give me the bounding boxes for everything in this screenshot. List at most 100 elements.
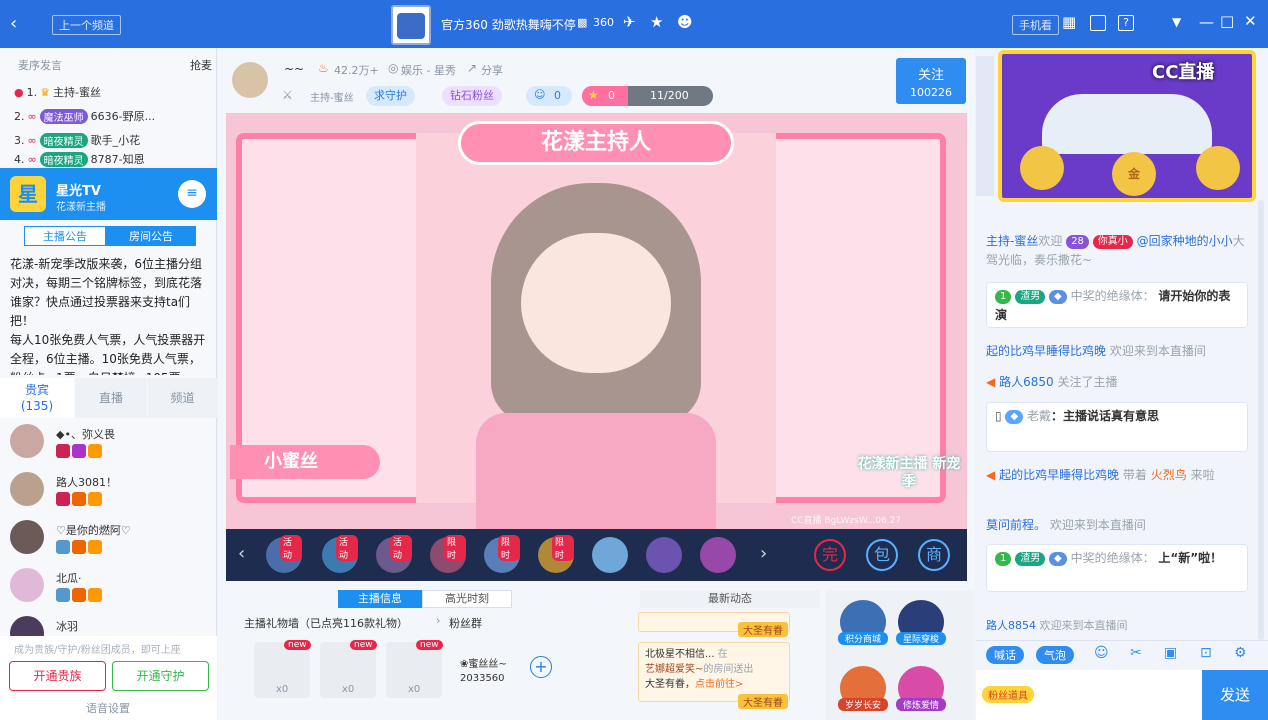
side-tabs[interactable] <box>976 56 994 196</box>
gift-item[interactable]: 活动 <box>322 535 358 573</box>
gift-wall-title[interactable]: 主播礼物墙（已点亮116款礼物） <box>244 615 408 631</box>
news-card[interactable]: 北极星不相信... 在 艺娜超爱笑~的房间送出 大圣有眷，点击前往> <box>638 642 790 702</box>
vip-user-row[interactable]: ◆•、弥义畏 <box>10 424 210 470</box>
menu-icon[interactable]: ≡ <box>178 180 206 208</box>
gift-next-icon[interactable]: › <box>760 543 767 564</box>
task-progress[interactable]: ★ 0 11/200 <box>582 86 713 106</box>
chat-user[interactable]: @回家种地的小小 <box>1137 234 1233 248</box>
prev-channel-button[interactable]: 上一个频道 <box>52 15 121 35</box>
corner-logo: 花漾新主播 新宠季 <box>857 456 961 490</box>
fans-tool-icon[interactable]: 完 <box>814 539 846 571</box>
users-icon[interactable]: ☻ <box>677 15 693 30</box>
chat-message: 莫问前程。 欢迎来到本直播间 <box>986 516 1248 535</box>
voice-settings-button[interactable]: 语音设置 <box>86 700 130 716</box>
minimize-icon[interactable]: — <box>1199 15 1214 30</box>
maximize-icon[interactable]: □ <box>1220 14 1234 29</box>
gift-item[interactable]: 限时 <box>430 535 466 573</box>
gift-item[interactable] <box>646 537 682 573</box>
bubble-button[interactable]: 气泡 <box>1036 646 1074 664</box>
send-button[interactable]: 发送 <box>1202 670 1268 720</box>
chat-input[interactable]: 粉丝道具 <box>976 670 1202 720</box>
gift-wall-item[interactable]: new x0 <box>320 640 377 698</box>
shout-button[interactable]: 喊话 <box>986 646 1024 664</box>
plane-icon[interactable]: ✈ <box>623 15 636 30</box>
share-icon[interactable]: ↗ <box>467 61 477 75</box>
peace-icon[interactable]: 岁岁长安 <box>838 666 888 711</box>
close-icon[interactable]: ✕ <box>1244 14 1257 29</box>
open-guard-button[interactable]: 开通守护 <box>112 661 209 691</box>
gift-item[interactable]: 活动 <box>376 535 412 573</box>
vip-user-row[interactable]: 冰羽 <box>10 616 210 636</box>
grid-icon[interactable]: ▦ <box>1062 15 1076 30</box>
phone-view-button[interactable]: 手机看 <box>1012 15 1059 35</box>
gift-item[interactable] <box>592 537 628 573</box>
mic-queue-item[interactable]: ● 1. ♛ 主持-蜜丝 <box>14 81 101 103</box>
chat-user[interactable]: 路人6850 <box>999 375 1054 389</box>
gift-item[interactable]: 限时 <box>484 535 520 573</box>
shop-icon[interactable]: 商 <box>918 539 950 571</box>
follow-button[interactable]: 关注 100226 <box>896 58 966 104</box>
chat-user[interactable]: 莫问前程。 <box>986 518 1046 532</box>
tab-live[interactable]: 直播 <box>75 378 147 418</box>
tab-channel[interactable]: 频道 <box>148 378 217 418</box>
gift-item[interactable]: 活动 <box>266 535 302 573</box>
fan-badge[interactable]: 粉丝道具 <box>982 686 1034 703</box>
new-badge: new <box>416 640 443 650</box>
points-mall-icon[interactable]: 积分商城 <box>838 600 888 645</box>
chat-user[interactable]: 老戴 <box>1027 409 1051 423</box>
gift-wall-item[interactable]: new x0 <box>386 640 443 698</box>
tab-room-notice[interactable]: 房间公告 <box>106 226 196 246</box>
help-icon[interactable]: ? <box>1118 15 1134 31</box>
fan-group-title[interactable]: 粉丝群 <box>449 615 482 631</box>
join-hint: 成为贵族/守护/粉丝团成员，即可上座 <box>14 645 181 656</box>
chat-user[interactable]: 起的比鸡早睡得比鸡晚 <box>999 468 1119 482</box>
mic-queue-item[interactable]: 4. ∞ 暗夜精灵 8787-知恩 <box>14 151 145 167</box>
star-shuttle-icon[interactable]: 星际穿梭 <box>896 600 946 645</box>
tab-anchor-info[interactable]: 主播信息 <box>338 590 422 608</box>
promo-banner[interactable]: 金 CC直播 <box>998 50 1256 202</box>
lock-icon[interactable]: ⊡ <box>1200 645 1212 661</box>
add-icon[interactable]: + <box>530 656 552 678</box>
gift-item[interactable] <box>700 537 736 573</box>
vip-user-row[interactable]: ♡是你的燃阿♡ <box>10 520 210 566</box>
share-button[interactable]: 分享 <box>481 62 503 78</box>
gift-wall-item[interactable]: new x0 <box>254 640 311 698</box>
gift-item[interactable]: 限时 <box>538 535 574 573</box>
star-icon: ★ <box>588 88 599 102</box>
chat-scrollbar[interactable] <box>1258 200 1264 640</box>
bag-icon[interactable]: 包 <box>866 539 898 571</box>
fans-button[interactable]: 钻石粉丝 <box>442 86 502 106</box>
guard-button[interactable]: 求守护 <box>366 86 415 106</box>
scissors-icon[interactable]: ✂ <box>1130 645 1142 661</box>
gear-icon[interactable]: ⚙ <box>1234 645 1247 661</box>
video-player[interactable]: 花漾主持人 小蜜丝 花漾新主播 新宠季 CC直播 BgLWzsW...06.27 <box>226 113 967 529</box>
chat-user[interactable]: 路人8854 <box>986 619 1036 632</box>
love-practice-icon[interactable]: 修炼爱情 <box>896 666 946 711</box>
mic-queue-item[interactable]: 3. ∞ 暗夜精灵 歌手_小花 <box>14 129 140 151</box>
fire-icon: ♨ <box>318 61 329 75</box>
mic-queue-item[interactable]: 2. ∞ 魔法巫师 6636-野原... <box>14 105 155 127</box>
chat-user[interactable]: 中奖的绝缘体： <box>1071 289 1155 303</box>
tab-highlight[interactable]: 高光时刻 <box>422 590 512 608</box>
chat-user[interactable]: 起的比鸡早睡得比鸡晚 <box>986 344 1106 358</box>
image-icon[interactable]: ▣ <box>1164 645 1177 661</box>
back-icon[interactable]: ‹ <box>10 15 17 33</box>
emoji-icon[interactable]: ☺ <box>1094 645 1109 661</box>
fans-count-pill[interactable]: ☺ 0 <box>526 86 572 106</box>
menu-down-icon[interactable]: ▼ <box>1172 16 1181 28</box>
open-noble-button[interactable]: 开通贵族 <box>9 661 106 691</box>
news-link[interactable]: 点击前往> <box>695 679 743 690</box>
grab-mic-button[interactable]: 抢麦 <box>190 57 212 73</box>
vip-user-row[interactable]: 北瓜· <box>10 568 210 614</box>
vip-user-row[interactable]: 路人3081！ <box>10 472 210 518</box>
chat-user[interactable]: 中奖的绝缘体： <box>1071 551 1155 565</box>
chat-user[interactable]: 主持-蜜丝 <box>986 234 1038 248</box>
category-label[interactable]: 娱乐 - 星秀 <box>401 62 456 78</box>
gift-prev-icon[interactable]: ‹ <box>238 543 245 564</box>
anchor-avatar[interactable] <box>232 62 268 98</box>
star-icon[interactable]: ★ <box>650 15 663 30</box>
tab-vip[interactable]: 贵宾 (135) <box>0 378 74 418</box>
lock-icon[interactable] <box>1090 15 1106 31</box>
tab-host-notice[interactable]: 主播公告 <box>24 226 106 246</box>
gift-tag: 限时 <box>498 535 520 561</box>
